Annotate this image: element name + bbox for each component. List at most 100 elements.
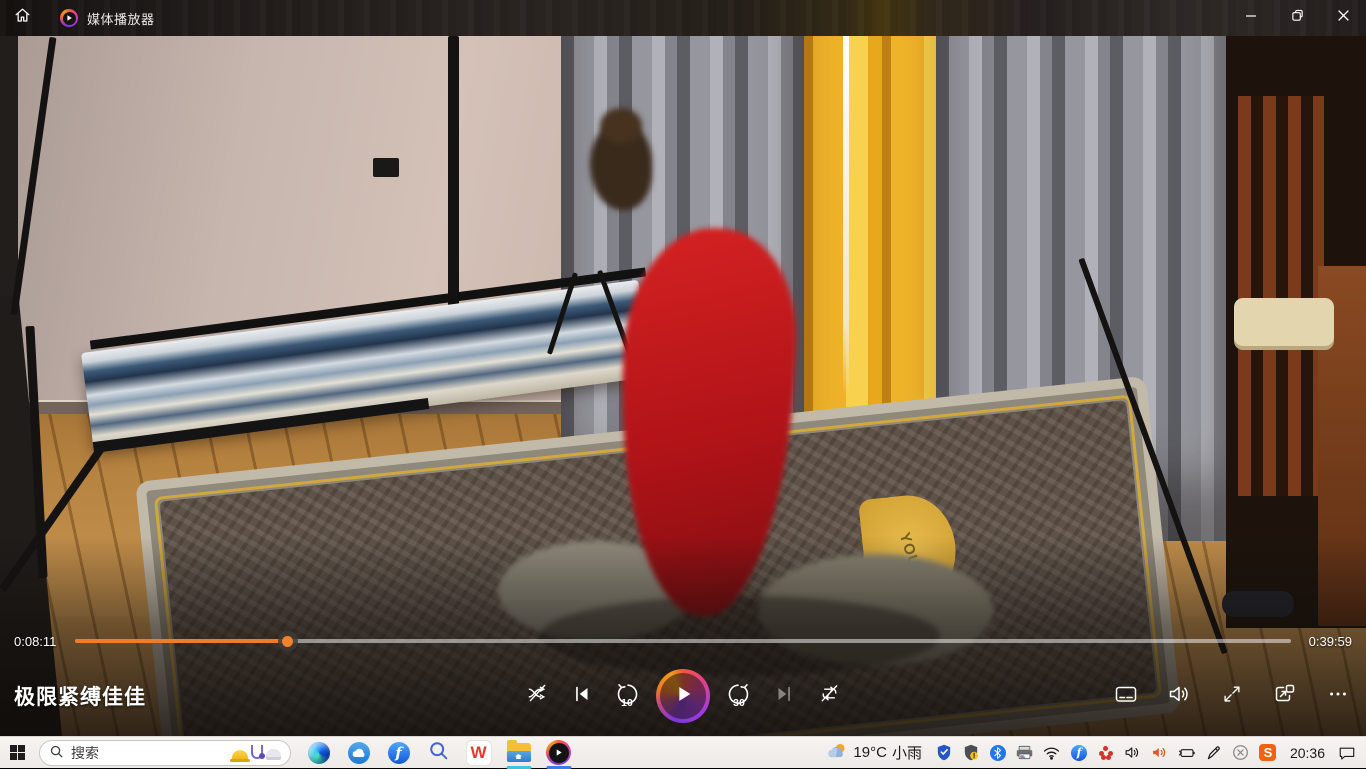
search-highlight-emojis [232,745,281,760]
volume-button[interactable] [1163,680,1195,712]
taskbar-clock[interactable]: 20:36 [1286,745,1329,761]
video-viewport[interactable]: YOU 0:08:11 0:39:59 [0,36,1366,736]
fullscreen-button[interactable] [1216,680,1248,712]
more-options-button[interactable] [1322,680,1354,712]
printer-icon[interactable] [1016,744,1034,762]
taskbar-app-media-player[interactable] [545,739,572,766]
stethoscope-icon [251,745,263,759]
media-player-taskbar-icon [546,740,571,765]
bluetooth-icon[interactable] [989,744,1007,762]
taskbar-app-cloud-browser[interactable] [345,739,372,766]
skip-back-10-button[interactable]: 10 [611,680,643,712]
volume-outline-icon[interactable] [1124,744,1142,762]
windows-logo-icon [10,745,25,760]
titlebar: 媒体播放器 [0,0,1366,36]
close-icon [1337,9,1350,27]
more-options-icon [1327,683,1349,710]
secondary-controls [1110,680,1354,712]
seek-bar-row: 0:08:11 0:39:59 [0,630,1366,652]
seek-track[interactable] [75,639,1291,643]
elapsed-time: 0:08:11 [14,634,66,649]
search-placeholder: 搜索 [71,743,99,763]
next-button[interactable] [768,680,800,712]
edge-icon [308,742,330,764]
minimize-icon [1245,9,1257,27]
media-player-window: 媒体播放器 [0,0,1366,736]
curtain-gap-light [843,36,849,396]
flash-icon: f [388,742,410,764]
defender-alert-icon[interactable] [962,744,980,762]
skip-back-10-label: 10 [621,697,633,709]
restore-button[interactable] [1274,0,1320,36]
cloud-browser-icon [348,742,370,764]
skip-forward-30-button[interactable]: 30 [723,680,755,712]
playback-controls: 极限紧缚佳佳 10 30 [0,666,1366,726]
weather-temperature: 19°C [853,744,887,761]
seek-progress [75,639,288,643]
taskbar-app-search[interactable] [425,739,452,766]
search-app-icon [428,740,449,766]
taskbar-apps: f W [305,739,572,766]
taskbar-search[interactable]: 搜索 [39,740,291,766]
figure-hair-bun [600,108,642,144]
taskbar-app-wps[interactable]: W [465,739,492,766]
home-glyph [515,754,522,759]
file-explorer-icon [507,743,531,762]
home-icon [13,6,32,30]
repeat-off-button[interactable] [813,680,845,712]
taskbar-app-edge[interactable] [305,739,332,766]
media-title: 极限紧缚佳佳 [14,681,146,711]
previous-icon [571,683,593,710]
transport-controls: 10 30 [521,669,845,723]
wooden-chair [1238,96,1324,496]
total-duration: 0:39:59 [1300,634,1352,649]
red-app-icon[interactable] [1097,744,1115,762]
mini-player-icon [1273,682,1297,711]
flash-tray-icon[interactable]: f [1070,744,1088,762]
volume-orange-icon[interactable] [1151,744,1169,762]
taskbar-app-flash[interactable]: f [385,739,412,766]
volume-icon [1167,682,1191,711]
play-button[interactable] [656,669,710,723]
restore-icon [1291,9,1304,27]
mini-player-button[interactable] [1269,680,1301,712]
home-button[interactable] [0,0,44,36]
window-title: 媒体播放器 [87,9,155,28]
security-shield-icon[interactable] [935,744,953,762]
weather-widget[interactable]: 19°C 小雨 [827,742,922,764]
fullscreen-icon [1221,683,1243,710]
taskbar-app-file-explorer[interactable] [505,739,532,766]
wifi-icon[interactable] [1043,744,1061,762]
play-icon [672,683,694,710]
start-button[interactable] [0,737,34,769]
previous-button[interactable] [566,680,598,712]
taskbar: 搜索 f W [0,736,1366,768]
next-icon [773,683,795,710]
minimize-button[interactable] [1228,0,1274,36]
safely-remove-icon[interactable] [1232,744,1250,762]
close-button[interactable] [1320,0,1366,36]
chef-hat-icon [266,749,281,760]
shuffle-off-button[interactable] [521,680,553,712]
system-tray: 19°C 小雨 f [827,742,1366,764]
shuffle-off-icon [526,682,549,710]
skip-forward-30-label: 30 [733,697,745,709]
battery-icon[interactable] [1178,744,1196,762]
weather-condition: 小雨 [892,742,922,763]
wall-switch [373,158,399,177]
seek-thumb[interactable] [278,631,298,651]
wps-icon: W [467,741,491,765]
search-icon [49,744,64,762]
subtitles-icon [1114,682,1138,711]
subtitles-button[interactable] [1110,680,1142,712]
hard-hat-icon [232,750,248,760]
window-controls [1228,0,1366,36]
notification-center-icon[interactable] [1338,744,1356,762]
repeat-off-icon [818,682,841,710]
corner-pole [448,36,459,331]
chair-cushion [1234,298,1334,346]
weather-rain-icon [827,742,848,764]
pen-input-icon[interactable] [1205,744,1223,762]
media-player-app-icon [60,9,78,27]
sogou-input-icon[interactable]: S [1259,744,1277,762]
